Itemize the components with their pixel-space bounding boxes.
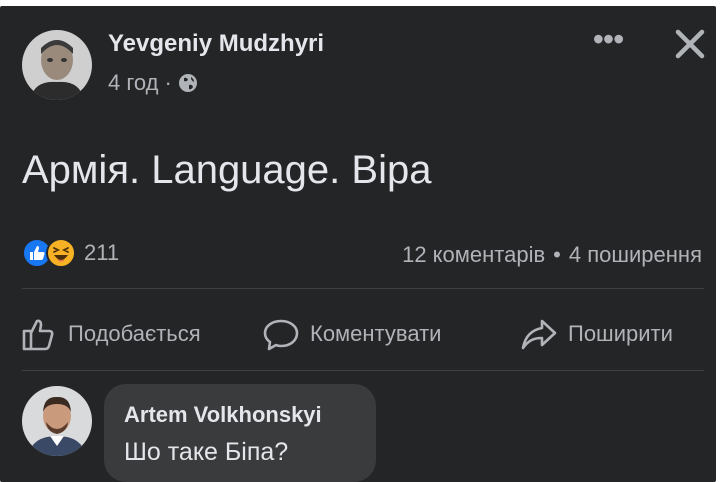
author-avatar[interactable] <box>22 30 92 100</box>
comment-icon <box>263 319 299 351</box>
post-time[interactable]: 4 год <box>108 70 158 96</box>
comment-button-label: Коментувати <box>310 321 442 346</box>
globe-icon[interactable] <box>178 73 198 93</box>
post-card: Yevgeniy Mudzhyri 4 год · ••• Армія. Lan… <box>0 6 716 482</box>
post-text: Армія. Language. Віра <box>22 148 432 192</box>
close-button[interactable] <box>672 26 708 62</box>
reaction-count: 211 <box>84 240 120 265</box>
meta-separator: · <box>164 70 172 95</box>
share-button-label: Поширити <box>568 321 673 346</box>
shares-count[interactable]: 4 поширення <box>569 242 702 267</box>
commenter-avatar[interactable] <box>22 386 92 456</box>
haha-icon <box>46 238 76 268</box>
like-button-label: Подобається <box>68 321 201 346</box>
post-stats: 12 коментарів • 4 поширення <box>402 242 702 268</box>
share-icon <box>521 319 557 350</box>
like-icon <box>22 319 54 351</box>
close-icon <box>675 29 705 59</box>
comments-count[interactable]: 12 коментарів <box>402 242 545 267</box>
divider <box>22 370 704 371</box>
author-name[interactable]: Yevgeniy Mudzhyri <box>108 30 324 58</box>
share-button[interactable]: Поширити <box>520 312 673 356</box>
reactions-summary[interactable]: 211 <box>22 238 119 268</box>
comment-text: Шо таке Біпа? <box>124 438 289 466</box>
divider <box>22 288 704 289</box>
stats-separator: • <box>553 242 561 267</box>
post-meta: 4 год · <box>108 70 198 96</box>
comment-bubble: Artem Volkhonskyi Шо таке Біпа? <box>104 384 376 482</box>
comment-author[interactable]: Artem Volkhonskyi <box>124 402 322 428</box>
comment-button[interactable]: Коментувати <box>262 312 441 356</box>
like-button[interactable]: Подобається <box>20 312 201 356</box>
more-options-button[interactable]: ••• <box>586 23 630 58</box>
